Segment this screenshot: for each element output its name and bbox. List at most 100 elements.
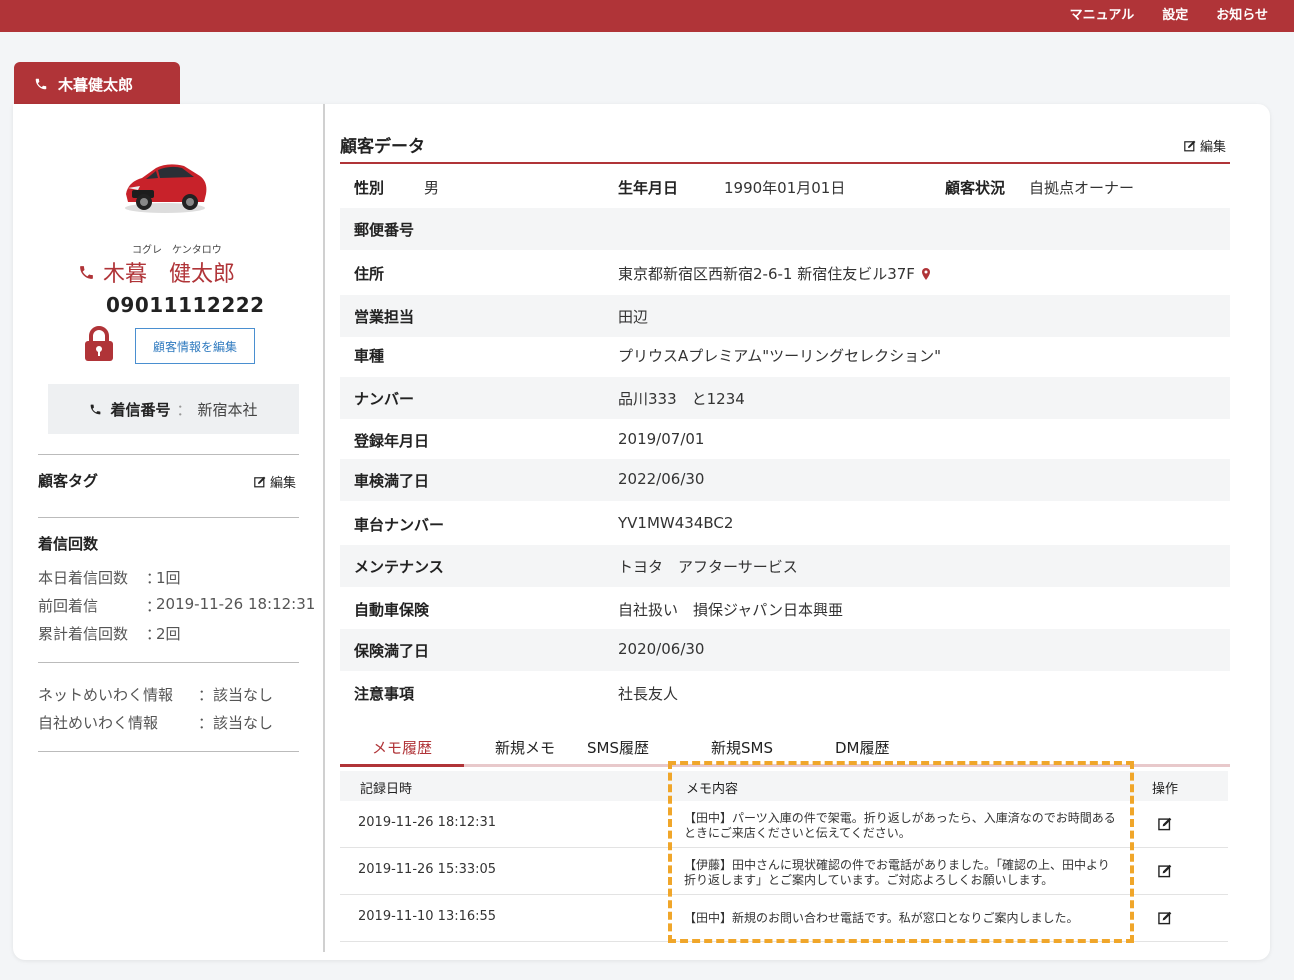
calls-last-row: 前回着信 ： 2019-11-26 18:12:31 <box>38 595 315 616</box>
incoming-label: 着信番号 <box>110 400 171 419</box>
map-pin-icon[interactable] <box>921 268 931 280</box>
edit-icon[interactable] <box>1158 817 1172 831</box>
data-row-address: 住所 東京都新宿区西新宿2-6-1 新宿住友ビル37F <box>340 252 1230 294</box>
edit-icon[interactable] <box>1158 864 1172 878</box>
header-action: 操作 <box>1152 782 1179 797</box>
caller-tab-name: 木暮健太郎 <box>58 75 134 94</box>
memo-content: 【田中】新規のお問い合わせ電話です。私が窓口となりご案内しました。 <box>684 911 1079 925</box>
row-value: 田辺 <box>618 308 649 326</box>
tabs-active-indicator <box>340 764 464 767</box>
data-row-notes: 注意事項 社長友人 <box>340 672 1230 714</box>
gender-label: 性別 <box>354 179 385 197</box>
table-row: 2019-11-26 15:33:05 【伊藤】田中さんに現状確認の件でお電話が… <box>340 848 1228 895</box>
divider <box>38 662 299 663</box>
caller-tab[interactable]: 木暮健太郎 <box>14 62 180 106</box>
title-underline <box>340 162 1230 164</box>
row-value: YV1MW434BC2 <box>618 514 734 532</box>
birth-label: 生年月日 <box>618 179 679 197</box>
calls-today-value: 1回 <box>156 569 181 587</box>
row-label: 保険満了日 <box>354 642 430 660</box>
net-meiwaku-row: ネットめいわく情報 ：該当なし <box>38 684 273 705</box>
calls-today-label: 本日着信回数 <box>38 569 129 587</box>
row-value: 東京都新宿区西新宿2-6-1 新宿住友ビル37F <box>618 263 931 284</box>
data-row-model: 車種 プリウスAプレミアム"ツーリングセレクション" <box>340 334 1230 376</box>
table-row: 2019-11-26 18:12:31 【田中】パーツ入庫の件で架電。折り返しが… <box>340 801 1228 848</box>
edit-icon[interactable] <box>1158 911 1172 925</box>
row-label: 郵便番号 <box>354 221 415 239</box>
data-row-insurance-expiry: 保険満了日 2020/06/30 <box>340 629 1230 671</box>
tags-title: 顧客タグ <box>38 472 99 490</box>
row-value: 2020/06/30 <box>618 640 705 658</box>
edit-icon <box>254 476 266 487</box>
divider <box>38 454 299 455</box>
calls-total-label: 累計着信回数 <box>38 625 129 643</box>
phone-icon <box>80 265 93 279</box>
nav-manual[interactable]: マニュアル <box>1070 4 1135 23</box>
calls-last-colon: ： <box>146 597 162 615</box>
row-value: トヨタ アフターサービス <box>618 558 798 576</box>
address-text: 東京都新宿区西新宿2-6-1 新宿住友ビル37F <box>618 265 915 283</box>
tags-edit-label: 編集 <box>270 476 297 491</box>
customer-edit-label: 編集 <box>1200 140 1227 155</box>
calls-total-colon: ： <box>146 625 162 643</box>
row-label: 住所 <box>354 265 385 283</box>
phone-icon <box>35 78 47 90</box>
divider <box>38 751 299 752</box>
tab-new-sms[interactable]: 新規SMS <box>711 737 773 758</box>
edit-customer-button[interactable]: 顧客情報を編集 <box>135 328 255 364</box>
incoming-sep: ： <box>176 400 192 419</box>
status-label: 顧客状況 <box>945 179 1006 197</box>
data-row-insurance: 自動車保険 自社扱い 損保ジャパン日本興亜 <box>340 588 1230 630</box>
own-meiwaku-row: 自社めいわく情報 ：該当なし <box>38 712 273 733</box>
data-row-registered: 登録年月日 2019/07/01 <box>340 419 1230 461</box>
tab-dm-history[interactable]: DM履歴 <box>835 737 890 758</box>
nav-notices[interactable]: お知らせ <box>1216 4 1268 23</box>
row-label: 営業担当 <box>354 308 415 326</box>
customer-edit-button[interactable]: 編集 <box>1184 136 1226 155</box>
memo-content: 【伊藤】田中さんに現状確認の件でお電話がありました。「確認の上、田中より折り返し… <box>684 858 1110 887</box>
car-image <box>125 164 207 213</box>
row-value: 品川333 と1234 <box>618 390 745 408</box>
net-meiwaku-value: ：該当なし <box>198 686 274 704</box>
memo-date: 2019-11-26 15:33:05 <box>358 862 497 877</box>
nav-settings[interactable]: 設定 <box>1162 4 1188 23</box>
calls-today-colon: ： <box>146 569 162 587</box>
lock-icon[interactable] <box>82 326 116 362</box>
row-label: 登録年月日 <box>354 432 430 450</box>
status-value: 自拠点オーナー <box>1029 179 1135 197</box>
birth-value: 1990年01月01日 <box>724 179 846 197</box>
tabs-underline <box>340 764 1230 767</box>
data-row-inspection: 車検満了日 2022/06/30 <box>340 459 1230 501</box>
tab-sms-history[interactable]: SMS履歴 <box>587 737 649 758</box>
customer-name: 木暮 健太郎 <box>78 256 235 288</box>
row-label: 注意事項 <box>354 685 415 703</box>
customer-kana: コグレ ケンタロウ <box>132 245 222 256</box>
incoming-value: 新宿本社 <box>197 400 258 419</box>
calls-today-row: 本日着信回数 ： 1回 <box>38 567 181 588</box>
tags-edit-button[interactable]: 編集 <box>254 472 296 491</box>
calls-last-value: 2019-11-26 18:12:31 <box>156 595 316 613</box>
row-label: 自動車保険 <box>354 601 430 619</box>
edit-icon <box>1184 140 1196 151</box>
data-row-plate: ナンバー 品川333 と1234 <box>340 377 1230 419</box>
memo-table-header: 記録日時 メモ内容 操作 <box>340 771 1228 801</box>
calls-title: 着信回数 <box>38 535 99 553</box>
gender-value: 男 <box>424 179 440 197</box>
tab-memo-history[interactable]: メモ履歴 <box>372 737 432 758</box>
data-row-sales: 営業担当 田辺 <box>340 295 1230 337</box>
top-nav: マニュアル 設定 お知らせ <box>1070 4 1268 23</box>
own-meiwaku-label: 自社めいわく情報 <box>38 714 159 732</box>
memo-date: 2019-11-26 18:12:31 <box>358 815 497 830</box>
data-row-chassis: 車台ナンバー YV1MW434BC2 <box>340 503 1230 545</box>
tab-new-memo[interactable]: 新規メモ <box>495 737 555 758</box>
row-value: プリウスAプレミアム"ツーリングセレクション" <box>618 347 942 365</box>
top-bar: マニュアル 設定 お知らせ <box>0 0 1294 32</box>
row-label: 車検満了日 <box>354 472 430 490</box>
data-row-postal: 郵便番号 <box>340 208 1230 250</box>
row-value: 2019/07/01 <box>618 430 705 448</box>
net-meiwaku-label: ネットめいわく情報 <box>38 686 174 704</box>
calls-total-value: 2回 <box>156 625 181 643</box>
row-value: 社長友人 <box>618 685 679 703</box>
calls-last-label: 前回着信 <box>38 597 99 615</box>
customer-data-title: 顧客データ <box>340 137 425 157</box>
